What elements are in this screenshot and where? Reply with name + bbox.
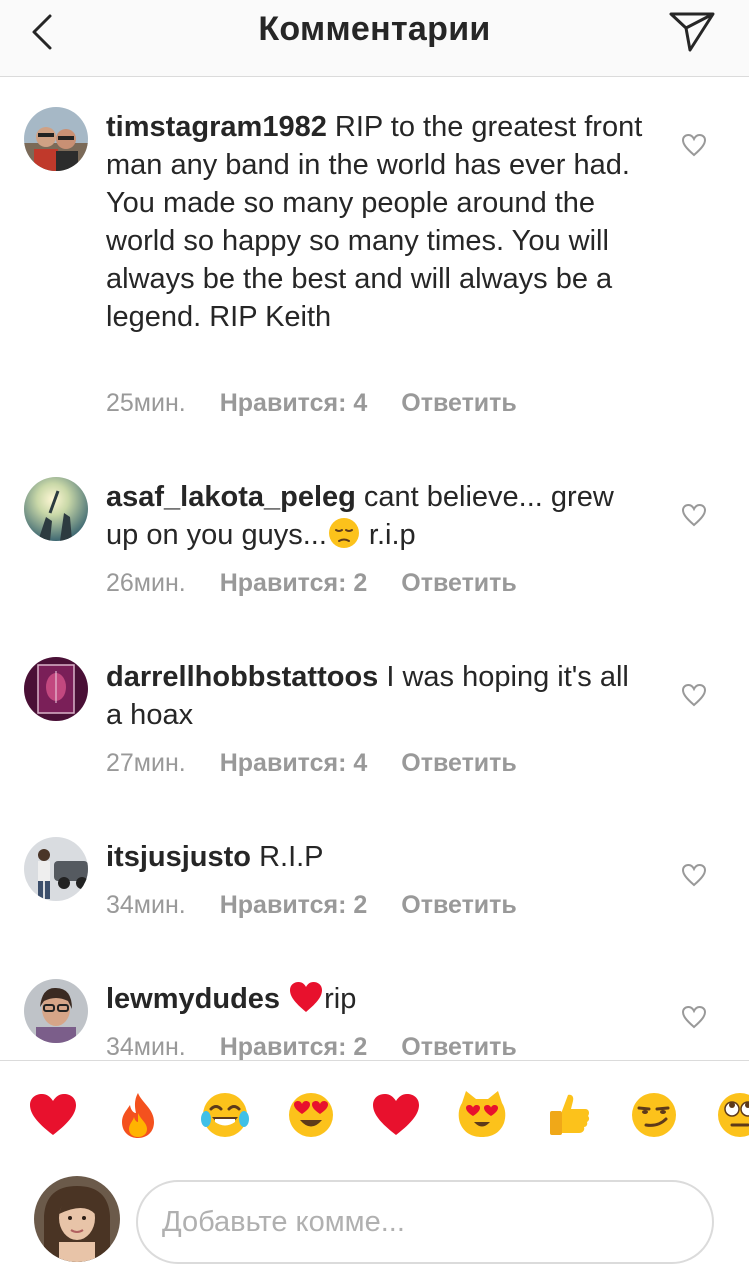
like-heart-icon[interactable] xyxy=(681,1005,707,1029)
comment-time: 26мин. xyxy=(106,569,186,597)
red-heart-emoji[interactable] xyxy=(370,1089,422,1141)
comment-likes[interactable]: Нравится: 4 xyxy=(220,389,368,418)
direct-send-icon[interactable] xyxy=(668,10,716,54)
comment-text: darrellhobbstattoos I was hoping it's al… xyxy=(106,658,646,734)
comment-likes[interactable]: Нравится: 4 xyxy=(220,749,368,778)
comment-time: 27мин. xyxy=(106,749,186,777)
pensive-face-emoji xyxy=(328,518,359,548)
comment-meta: 34мин. Нравится: 2 Ответить xyxy=(106,891,517,920)
page-title: Комментарии xyxy=(258,10,491,48)
red-heart-emoji xyxy=(290,982,323,1012)
comment-text: timstagram1982 RIP to the greatest front… xyxy=(106,108,646,336)
comment-time: 34мин. xyxy=(106,1033,186,1060)
comment-username[interactable]: timstagram1982 xyxy=(106,111,327,143)
smirking-face-emoji[interactable] xyxy=(628,1089,680,1141)
comment-likes[interactable]: Нравится: 2 xyxy=(220,1033,368,1060)
comment-text: asaf_lakota_peleg cant believe... grew u… xyxy=(106,478,646,554)
avatar[interactable] xyxy=(24,979,88,1043)
avatar[interactable] xyxy=(24,477,88,541)
reply-button[interactable]: Ответить xyxy=(401,569,517,598)
comment-input[interactable] xyxy=(136,1180,714,1264)
like-heart-icon[interactable] xyxy=(681,503,707,527)
reply-button[interactable]: Ответить xyxy=(401,1033,517,1060)
comment-text: itsjusjusto R.I.P xyxy=(106,838,646,876)
avatar[interactable] xyxy=(24,657,88,721)
comment-body: RIP to the greatest front man any band i… xyxy=(106,111,643,333)
rolling-eyes-emoji[interactable] xyxy=(714,1089,749,1141)
like-heart-icon[interactable] xyxy=(681,133,707,157)
avatar[interactable] xyxy=(24,107,88,171)
comment-time: 25мин. xyxy=(106,389,186,417)
comment-username[interactable]: lewmydudes xyxy=(106,983,280,1015)
comments-list[interactable]: timstagram1982 RIP to the greatest front… xyxy=(0,77,749,1060)
comment-text: lewmydudes rip xyxy=(106,980,646,1018)
fire-emoji[interactable] xyxy=(112,1089,164,1141)
comment-meta: 27мин. Нравится: 4 Ответить xyxy=(106,749,517,778)
comment-username[interactable]: asaf_lakota_peleg xyxy=(106,481,356,513)
comment-composer xyxy=(0,1168,749,1280)
comment-username[interactable]: darrellhobbstattoos xyxy=(106,661,378,693)
comment-meta: 25мин. Нравится: 4 Ответить xyxy=(106,389,517,418)
heart-eyes-cat-emoji[interactable] xyxy=(456,1089,508,1141)
comment-likes[interactable]: Нравится: 2 xyxy=(220,569,368,598)
heart-eyes-emoji[interactable] xyxy=(285,1089,337,1141)
like-heart-icon[interactable] xyxy=(681,863,707,887)
quick-emoji-bar xyxy=(0,1060,749,1169)
comment-time: 34мин. xyxy=(106,891,186,919)
like-heart-icon[interactable] xyxy=(681,683,707,707)
reply-button[interactable]: Ответить xyxy=(401,749,517,778)
reply-button[interactable]: Ответить xyxy=(401,389,517,418)
comment-meta: 26мин. Нравится: 2 Ответить xyxy=(106,569,517,598)
comment-likes[interactable]: Нравится: 2 xyxy=(220,891,368,920)
avatar xyxy=(34,1176,120,1262)
avatar[interactable] xyxy=(24,837,88,901)
comment-body-suffix: r.i.p xyxy=(360,519,416,551)
reply-button[interactable]: Ответить xyxy=(401,891,517,920)
red-heart-emoji[interactable] xyxy=(27,1089,79,1141)
comment-username[interactable]: itsjusjusto xyxy=(106,841,251,873)
comment-body: R.I.P xyxy=(251,841,324,873)
thumbs-up-emoji[interactable] xyxy=(542,1089,594,1141)
comment-meta: 34мин. Нравится: 2 Ответить xyxy=(106,1033,517,1060)
tears-of-joy-emoji[interactable] xyxy=(199,1089,251,1141)
comment-body: rip xyxy=(324,983,357,1015)
navigation-header: Комментарии xyxy=(0,0,749,77)
